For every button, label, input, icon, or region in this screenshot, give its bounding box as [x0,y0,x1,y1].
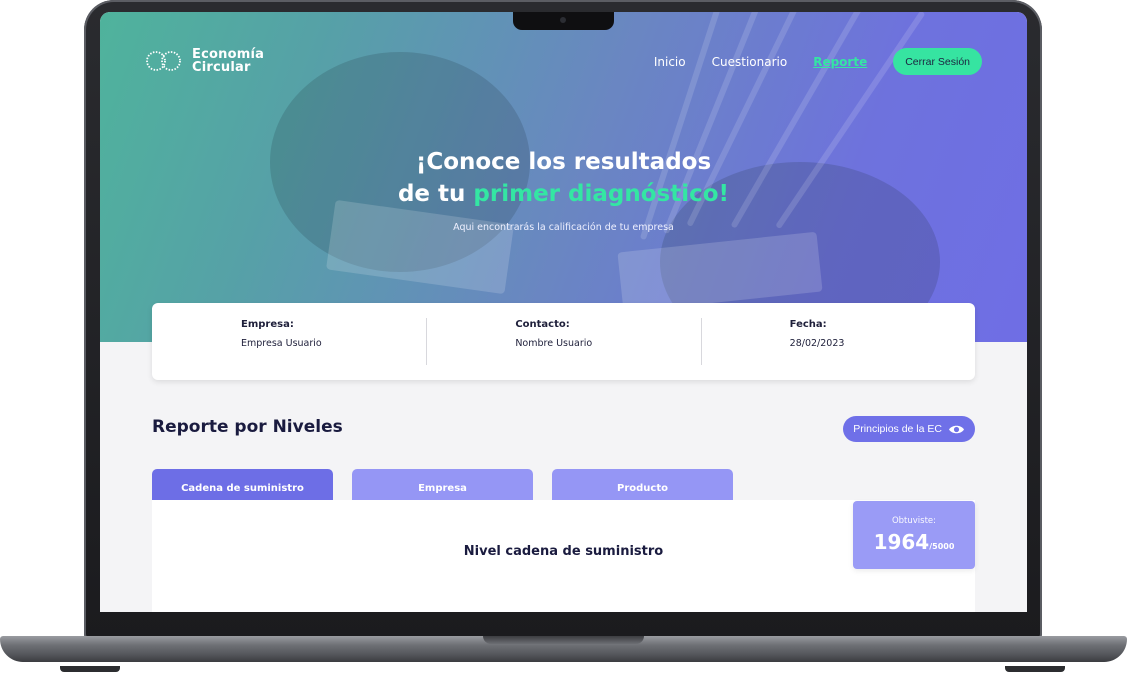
date-label: Fecha: [789,319,827,330]
company-label: Empresa: [241,319,294,330]
laptop-frame: Economía Circular Inicio Cuestionario Re… [0,0,1127,681]
logout-button[interactable]: Cerrar Sesión [893,48,982,75]
report-title: Reporte por Niveles [152,417,343,437]
camera-notch [513,12,614,30]
score-value: 1964 [873,530,930,554]
hero-title-prefix: de tu [397,181,474,207]
company-info-card: Empresa: Empresa Usuario Contacto: Nombr… [152,303,975,380]
level-panel: Nivel cadena de suministro [152,500,975,612]
laptop-open-groove [483,636,644,644]
hero-title-highlight: primer diagnóstico! [473,181,730,207]
laptop-base [0,636,1127,681]
score-badge: Obtuviste: 1964/5000 [853,501,975,569]
panel-title: Nivel cadena de suministro [463,544,664,559]
hero-banner: Economía Circular Inicio Cuestionario Re… [100,12,1027,342]
info-company: Empresa: Empresa Usuario [152,303,426,380]
nav-link-inicio[interactable]: Inicio [654,49,686,75]
info-date: Fecha: 28/02/2023 [700,303,975,380]
level-tabs: Cadena de suministro Empresa Producto [152,469,733,501]
tab-producto[interactable]: Producto [552,469,733,501]
brand-line2: Circular [192,60,251,75]
laptop-foot [60,666,120,672]
hero-title-line2: de tu primer diagnóstico! [100,178,1027,210]
nav-link-reporte[interactable]: Reporte [813,49,867,75]
principles-button[interactable]: Principios de la EC [843,416,975,442]
info-contact: Contacto: Nombre Usuario [426,303,700,380]
nav-link-cuestionario[interactable]: Cuestionario [712,49,788,75]
score-value-wrap: 1964/5000 [853,530,975,554]
screen: Economía Circular Inicio Cuestionario Re… [100,12,1027,612]
brand-logo[interactable]: Economía Circular [144,48,264,74]
score-caption: Obtuviste: [891,516,937,526]
hero-title-line1: ¡Conoce los resultados [415,149,712,175]
brand-name: Economía Circular [192,48,264,74]
company-value: Empresa Usuario [241,338,322,349]
circular-logo-icon [146,51,181,71]
eye-icon [949,425,964,433]
score-total: /5000 [929,542,955,551]
camera-icon [560,17,566,23]
date-value: 28/02/2023 [789,338,845,349]
principles-label: Principios de la EC [853,423,942,435]
hero-title: ¡Conoce los resultados de tu primer diag… [100,146,1027,210]
contact-value: Nombre Usuario [515,338,593,349]
top-nav: Inicio Cuestionario Reporte Cerrar Sesió… [654,48,982,75]
tab-cadena-de-suministro[interactable]: Cadena de suministro [152,469,333,501]
tab-empresa[interactable]: Empresa [352,469,533,501]
hero-subtitle: Aqui encontrarás la calificación de tu e… [453,222,674,233]
laptop-foot [1005,666,1065,672]
contact-label: Contacto: [515,319,570,330]
